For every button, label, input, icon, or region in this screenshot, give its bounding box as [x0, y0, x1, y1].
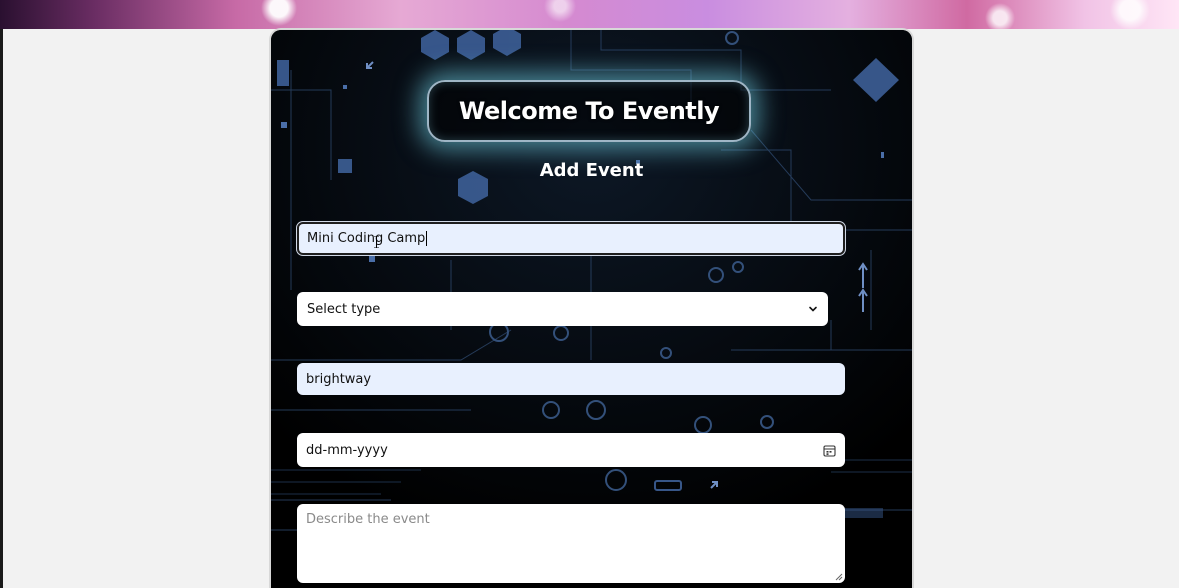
event-name-value: Mini Coding Camp — [307, 231, 426, 246]
event-date-input[interactable]: dd-mm-yyyy — [297, 433, 845, 467]
resize-handle-icon[interactable] — [834, 572, 843, 581]
page: Welcome To Evently Add Event Mini Coding… — [0, 0, 1179, 588]
text-cursor-icon — [374, 236, 379, 248]
venue-input[interactable]: brightway — [297, 363, 845, 395]
description-textarea[interactable]: Describe the event — [297, 504, 845, 583]
venue-value: brightway — [306, 371, 372, 387]
add-event-card: Welcome To Evently Add Event Mini Coding… — [271, 30, 912, 588]
event-type-selected: Select type — [307, 301, 381, 317]
welcome-title: Welcome To Evently — [458, 97, 720, 125]
left-edge — [0, 29, 3, 588]
top-banner-image — [0, 0, 1179, 29]
event-type-select[interactable]: Select type — [297, 292, 828, 326]
calendar-icon[interactable] — [823, 444, 836, 457]
page-subtitle: Add Event — [539, 160, 644, 181]
description-placeholder: Describe the event — [306, 512, 430, 527]
event-date-placeholder: dd-mm-yyyy — [306, 442, 388, 458]
event-name-input[interactable]: Mini Coding Camp — [297, 222, 845, 255]
text-caret — [426, 231, 428, 246]
chevron-down-icon — [809, 306, 817, 312]
welcome-banner: Welcome To Evently — [427, 80, 751, 142]
